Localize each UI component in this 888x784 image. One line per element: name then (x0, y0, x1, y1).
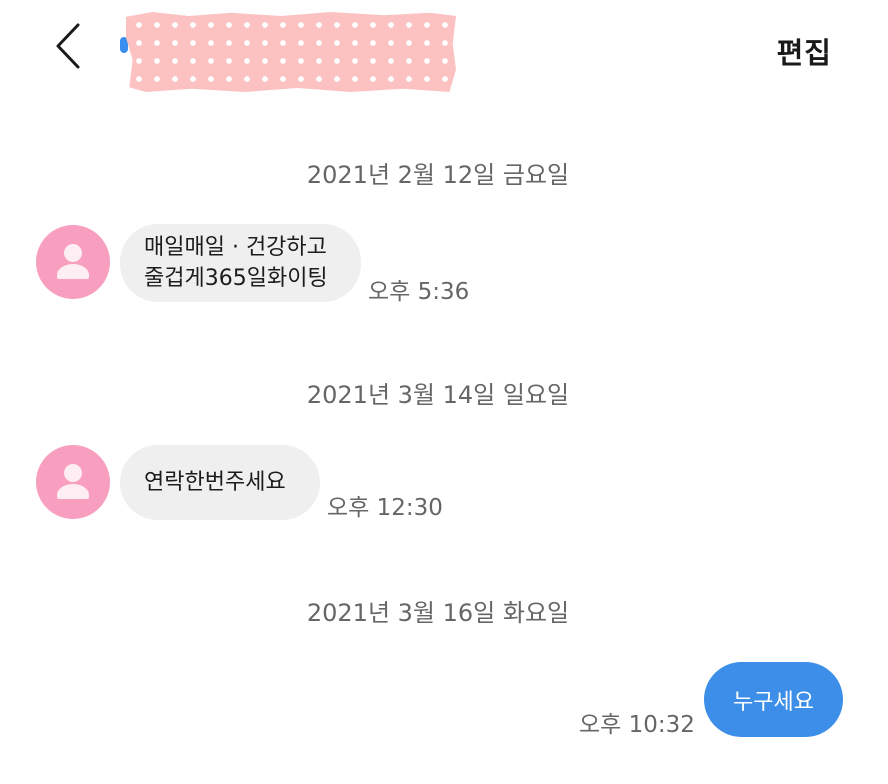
message-line: 매일매일 · 건강하고 (144, 235, 327, 260)
message-time: 오후 10:32 (579, 712, 695, 738)
message-line: 줄겁게365일화이팅 (144, 266, 328, 291)
edit-button[interactable]: 편집 (777, 30, 832, 72)
chat-screen: 편집 2021년 2월 12일 금요일 매일매일 · 건강하고 줄겁게365일화… (0, 0, 888, 784)
chevron-left-icon (54, 22, 84, 74)
avatar[interactable] (36, 225, 110, 299)
avatar[interactable] (36, 445, 110, 519)
person-silhouette-icon (36, 244, 110, 299)
message-line: 연락한번주세요 (144, 470, 286, 495)
contact-name-redaction (126, 12, 456, 92)
date-separator: 2021년 3월 14일 일요일 (306, 381, 570, 409)
date-separator: 2021년 3월 16일 화요일 (306, 599, 570, 627)
message-bubble-incoming[interactable]: 연락한번주세요 (120, 445, 320, 520)
person-silhouette-icon (36, 464, 110, 519)
back-button[interactable] (44, 20, 94, 76)
message-time: 오후 12:30 (327, 495, 443, 521)
message-bubble-outgoing[interactable]: 누구세요 (704, 662, 843, 737)
message-line: 누구세요 (733, 689, 814, 715)
message-time: 오후 5:36 (368, 279, 470, 305)
message-bubble-incoming[interactable]: 매일매일 · 건강하고 줄겁게365일화이팅 (120, 224, 361, 302)
date-separator: 2021년 2월 12일 금요일 (306, 161, 570, 189)
